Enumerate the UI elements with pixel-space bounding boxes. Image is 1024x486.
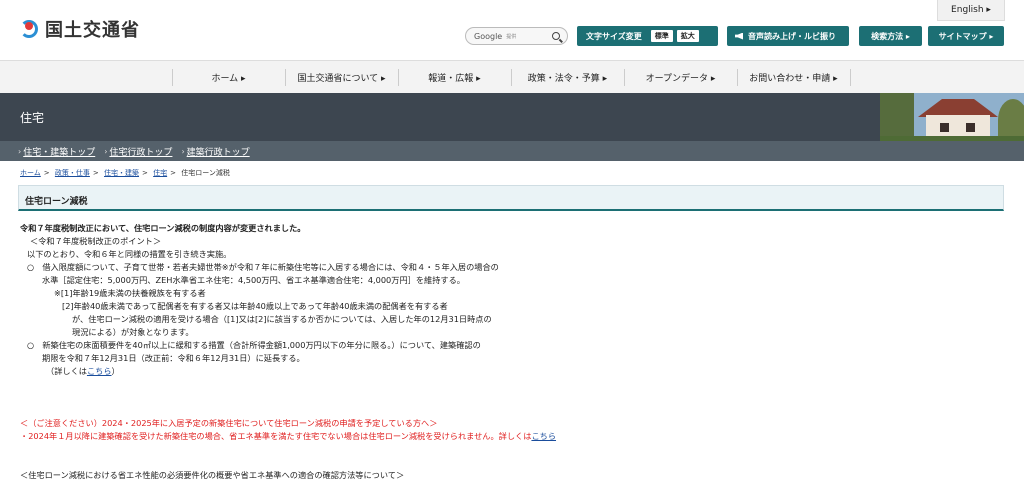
global-nav: ホーム ▸ 国土交通省について ▸ 報道・広報 ▸ 政策・法令・予算 ▸ オープ…	[0, 60, 1024, 93]
section-title-band: 住宅	[0, 93, 1024, 141]
content-line: （詳しくはこちら）	[20, 365, 1000, 378]
section-title: 住宅	[20, 111, 45, 125]
font-size-large-button[interactable]: 拡大	[676, 30, 699, 42]
page-heading-box: 住宅ローン減税	[18, 185, 1004, 211]
search-brand-tag: 提供	[506, 33, 517, 40]
nav-press[interactable]: 報道・広報 ▸	[398, 61, 511, 94]
breadcrumb-current: 住宅ローン減税	[181, 169, 230, 177]
content-line: ＜令和７年度税制改正のポイント＞	[30, 236, 162, 246]
sub-nav: › 住宅・建築トップ › 住宅行政トップ › 建築行政トップ	[0, 141, 1024, 161]
main-content: 令和７年度税制改正において、住宅ローン減税の制度内容が変更されました。 ＜令和７…	[20, 222, 1000, 482]
search-input[interactable]: Google 提供	[465, 27, 568, 45]
notice-details-link[interactable]: こちら	[531, 431, 556, 441]
nav-about[interactable]: 国土交通省について ▸	[285, 61, 398, 94]
site-header: 国土交通省 English ▸ Google 提供 文字サイズ変更 標準 拡大 …	[0, 0, 1024, 60]
subnav-housing-building-top[interactable]: 住宅・建築トップ	[23, 145, 95, 158]
content-line: 以下のとおり、令和６年と同様の措置を引き続き実施。	[27, 249, 232, 259]
search-brand: Google	[474, 31, 503, 41]
sitemap-button[interactable]: サイトマップ ▸	[928, 26, 1004, 46]
content-lead: 令和７年度税制改正において、住宅ローン減税の制度内容が変更されました。	[20, 223, 306, 233]
subnav-housing-admin-top[interactable]: 住宅行政トップ	[109, 145, 172, 158]
content-line: 水準［認定住宅：5,000万円、ZEH水準省エネ住宅：4,500万円、省エネ基準…	[42, 275, 465, 285]
nav-home[interactable]: ホーム ▸	[172, 61, 285, 94]
font-size-label: 文字サイズ変更	[586, 31, 642, 41]
site-logo[interactable]: 国土交通省	[18, 16, 140, 42]
breadcrumb-link[interactable]: 住宅	[153, 169, 167, 177]
content-line: ＜住宅ローン減税における省エネ性能の必須要件化の概要や省エネ基準への適合の確認方…	[20, 470, 405, 480]
english-button[interactable]: English ▸	[937, 0, 1005, 21]
logo-text: 国土交通省	[45, 20, 140, 41]
subnav-building-admin-top[interactable]: 建築行政トップ	[187, 145, 250, 158]
breadcrumb: ホーム > 政策・仕事 > 住宅・建築 > 住宅 > 住宅ローン減税	[20, 169, 230, 177]
notice-text-body: ・2024年１月以降に建築確認を受けた新築住宅の場合、省エネ基準を満たす住宅でな…	[20, 431, 532, 441]
details-link[interactable]: こちら	[87, 366, 112, 376]
search-icon[interactable]	[552, 32, 560, 40]
content-line: ○ 新築住宅の床面積要件を40㎡以上に緩和する措置（合計所得金額1,000万円以…	[27, 340, 481, 350]
content-text: （詳しくは	[46, 366, 87, 376]
nav-divider	[850, 69, 851, 86]
voice-reading-label: 音声読み上げ・ルビ振り	[748, 31, 836, 41]
breadcrumb-link[interactable]: 政策・仕事	[55, 169, 90, 177]
notice-heading: ＜（ご注意ください）2024・2025年に入居予定の新築住宅について住宅ローン減…	[20, 418, 438, 428]
nav-opendata[interactable]: オープンデータ ▸	[624, 61, 737, 94]
breadcrumb-link[interactable]: ホーム	[20, 169, 41, 177]
content-line: 現況による）が対象となります。	[72, 327, 194, 337]
mlit-logo-icon	[18, 18, 40, 40]
font-size-control: 文字サイズ変更 標準 拡大	[577, 26, 718, 46]
page-title: 住宅ローン減税	[25, 197, 88, 207]
chevron-right-icon: ›	[18, 146, 22, 156]
content-line: ※[1]年齢19歳未満の扶養親族を有する者	[54, 288, 206, 298]
search-method-button[interactable]: 検索方法 ▸	[859, 26, 922, 46]
content-text: ）	[111, 366, 120, 376]
nav-contact[interactable]: お問い合わせ・申請 ▸	[737, 61, 850, 94]
content-line: が、住宅ローン減税の適用を受ける場合（[1]又は[2]に該当するか否かについては…	[72, 314, 492, 324]
chevron-right-icon: ›	[181, 146, 185, 156]
notice-text: ・2024年１月以降に建築確認を受けた新築住宅の場合、省エネ基準を満たす住宅でな…	[20, 430, 1000, 443]
breadcrumb-link[interactable]: 住宅・建築	[104, 169, 139, 177]
voice-reading-button[interactable]: 音声読み上げ・ルビ振り	[727, 26, 849, 46]
house-photo	[880, 93, 1024, 141]
speaker-icon	[735, 32, 743, 40]
content-line: 期限を令和７年12月31日（改正前：令和６年12月31日）に延長する。	[42, 353, 305, 363]
font-size-standard-button[interactable]: 標準	[650, 30, 673, 42]
nav-policy[interactable]: 政策・法令・予算 ▸	[511, 61, 624, 94]
content-line: ○ 借入限度額について、子育て世帯・若者夫婦世帯※が令和７年に新築住宅等に入居す…	[27, 262, 499, 272]
content-line: [2]年齢40歳未満であって配偶者を有する者又は年齢40歳以上であって年齢40歳…	[62, 301, 448, 311]
chevron-right-icon: ›	[104, 146, 108, 156]
